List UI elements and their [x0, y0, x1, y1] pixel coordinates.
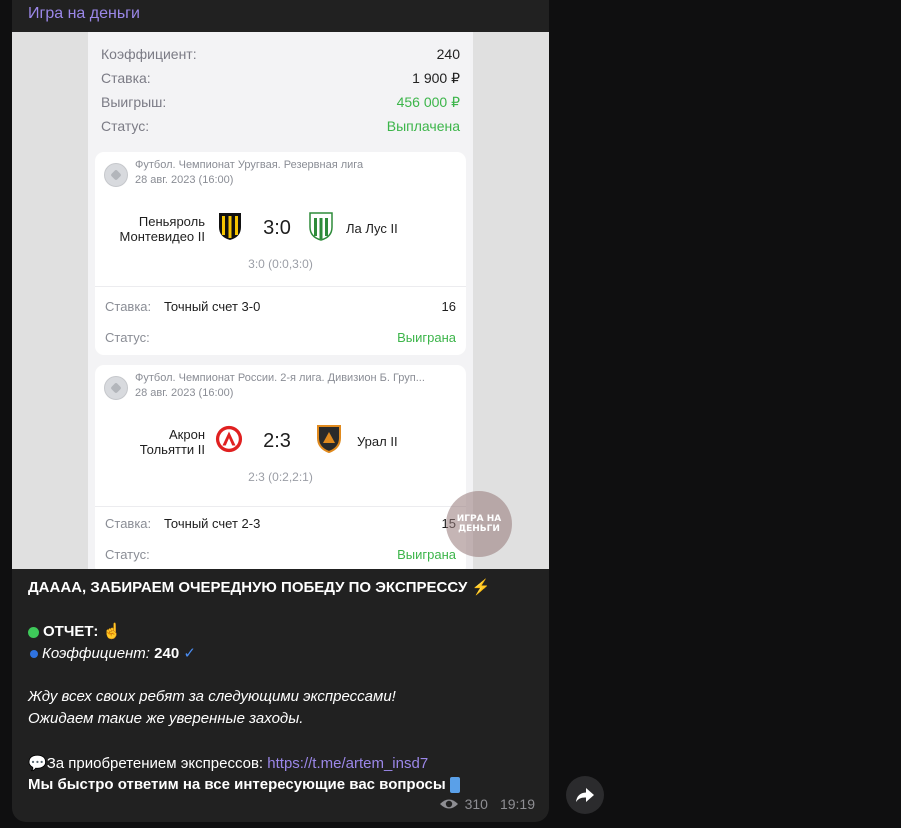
pointing-hand-icon: ☝ — [102, 623, 122, 640]
divider — [95, 506, 466, 507]
text-line1: Жду всех своих ребят за следующими экспр… — [28, 688, 396, 705]
summary-label: Ставка: — [101, 70, 151, 86]
match-date: 28 авг. 2023 (16:00) — [135, 387, 234, 399]
channel-name[interactable]: Игра на деньги — [28, 5, 140, 23]
bet-label: Ставка: — [105, 299, 152, 314]
home-team: Акрон Тольятти II — [105, 427, 205, 457]
blue-circle-icon — [30, 650, 38, 659]
status-label: Статус: — [105, 547, 150, 562]
coef-value: 240 — [154, 645, 180, 662]
coef-line: Коэффициент: 240 ✓ — [28, 644, 196, 662]
summary-value: 240 — [436, 46, 460, 62]
summary-row-stake: Ставка: 1 900 ₽ — [101, 66, 460, 90]
match-score: 3:0 — [263, 217, 291, 239]
summary-row-winnings: Выигрыш: 456 000 ₽ — [101, 90, 460, 114]
purchase-line: 💬За приобретением экспрессов: https://t.… — [28, 754, 428, 772]
message-meta: 310 19:19 — [439, 796, 535, 812]
lightning-icon: ⚡ — [471, 579, 491, 596]
summary-value: 456 000 ₽ — [396, 93, 460, 110]
bet-label: Ставка: — [105, 516, 152, 531]
coupon-summary: Коэффициент: 240 Ставка: 1 900 ₽ Выигрыш… — [101, 42, 460, 138]
league-name: Футбол. Чемпионат Уругвая. Резервная лиг… — [135, 159, 364, 171]
football-icon — [104, 376, 128, 400]
summary-label: Выигрыш: — [101, 94, 167, 110]
eye-icon — [439, 799, 458, 809]
la-luz-logo-icon — [309, 212, 333, 241]
contact-link[interactable]: https://t.me/artem_insd7 — [267, 755, 428, 772]
share-icon — [576, 788, 594, 802]
view-count: 310 — [464, 796, 488, 812]
status-value: Выиграна — [397, 330, 456, 345]
akron-logo-icon — [215, 425, 243, 453]
headline: ДАААА, ЗАБИРАЕМ ОЧЕРЕДНУЮ ПОБЕДУ ПО ЭКСП… — [28, 578, 490, 596]
score-detail: 3:0 (0:0,3:0) — [248, 257, 313, 271]
status-label: Статус: — [105, 330, 150, 345]
summary-label: Коэффициент: — [101, 46, 197, 62]
share-button[interactable] — [566, 776, 604, 814]
home-team: Пеньяроль Монтевидео II — [105, 214, 205, 244]
bet-value: Точный счет 2-3 — [164, 516, 261, 531]
speech-bubble-icon: 💬 — [28, 755, 47, 772]
summary-label: Статус: — [101, 118, 150, 134]
score-detail: 2:3 (0:2,2:1) — [248, 470, 313, 484]
text-line2: Ожидаем такие же уверенные заходы. — [28, 710, 304, 727]
match-score: 2:3 — [263, 430, 291, 452]
summary-row-coefficient: Коэффициент: 240 — [101, 42, 460, 66]
match-date: 28 авг. 2023 (16:00) — [135, 174, 234, 186]
status-value: Выиграна — [397, 547, 456, 562]
summary-row-status: Статус: Выплачена — [101, 114, 460, 138]
away-team: Ла Лус II — [346, 221, 398, 236]
channel-watermark: ИГРА НА ДЕНЬГИ — [446, 491, 512, 557]
football-icon — [104, 163, 128, 187]
penarol-logo-icon — [219, 213, 241, 240]
bet-value: Точный счет 3-0 — [164, 299, 261, 314]
phone-icon — [449, 777, 460, 794]
green-circle-icon — [28, 626, 39, 638]
summary-value: Выплачена — [386, 118, 460, 134]
match-card: Футбол. Чемпионат Уругвая. Резервная лиг… — [95, 152, 466, 355]
checkmark-icon: ✓ — [183, 645, 196, 662]
match-card: Футбол. Чемпионат России. 2-я лига. Диви… — [95, 365, 466, 569]
purchase-text: За приобретением экспрессов: — [46, 755, 268, 772]
reply-line: Мы быстро ответим на все интересующие ва… — [28, 776, 460, 794]
message-time: 19:19 — [499, 796, 535, 812]
home-team-line2: Тольятти II — [139, 442, 205, 457]
home-team-line1: Акрон — [169, 427, 205, 442]
coupon-screenshot: Коэффициент: 240 Ставка: 1 900 ₽ Выигрыш… — [88, 32, 512, 569]
report-line: ОТЧЕТ: ☝ — [28, 622, 121, 640]
summary-value: 1 900 ₽ — [412, 69, 460, 86]
coef-label: Коэффициент: — [42, 645, 150, 662]
home-team-line2: Монтевидео II — [119, 229, 205, 244]
ural-logo-icon — [317, 425, 341, 453]
bet-odds: 16 — [441, 299, 456, 314]
home-team-line1: Пеньяроль — [138, 214, 205, 229]
message-bubble[interactable]: Игра на деньги Коэффициент: 240 Ставка: … — [12, 0, 549, 822]
message-photo[interactable]: Коэффициент: 240 Ставка: 1 900 ₽ Выигрыш… — [12, 32, 549, 569]
reply-text: Мы быстро ответим на все интересующие ва… — [28, 776, 446, 793]
away-team: Урал II — [357, 434, 398, 449]
league-name: Футбол. Чемпионат России. 2-я лига. Диви… — [135, 372, 425, 384]
divider — [95, 286, 466, 287]
report-label: ОТЧЕТ: — [43, 623, 99, 640]
headline-text: ДАААА, ЗАБИРАЕМ ОЧЕРЕДНУЮ ПОБЕДУ ПО ЭКСП… — [28, 579, 468, 596]
